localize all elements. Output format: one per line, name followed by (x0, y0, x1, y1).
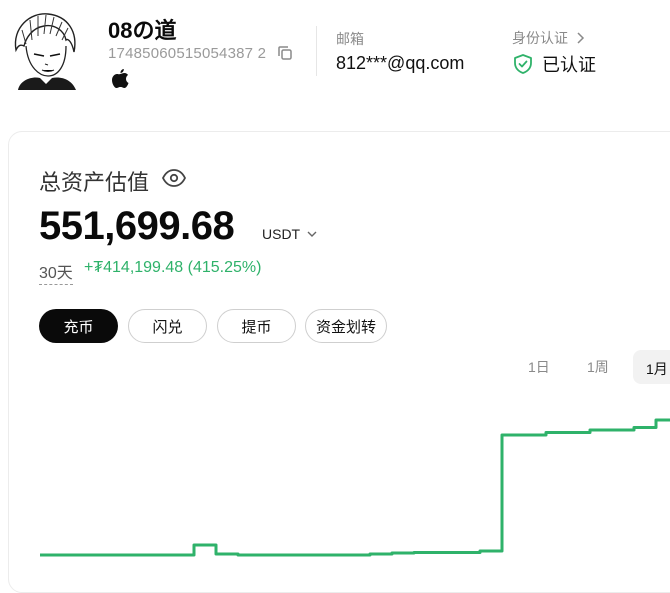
asset-line-chart (40, 418, 670, 557)
series-line (40, 418, 670, 557)
